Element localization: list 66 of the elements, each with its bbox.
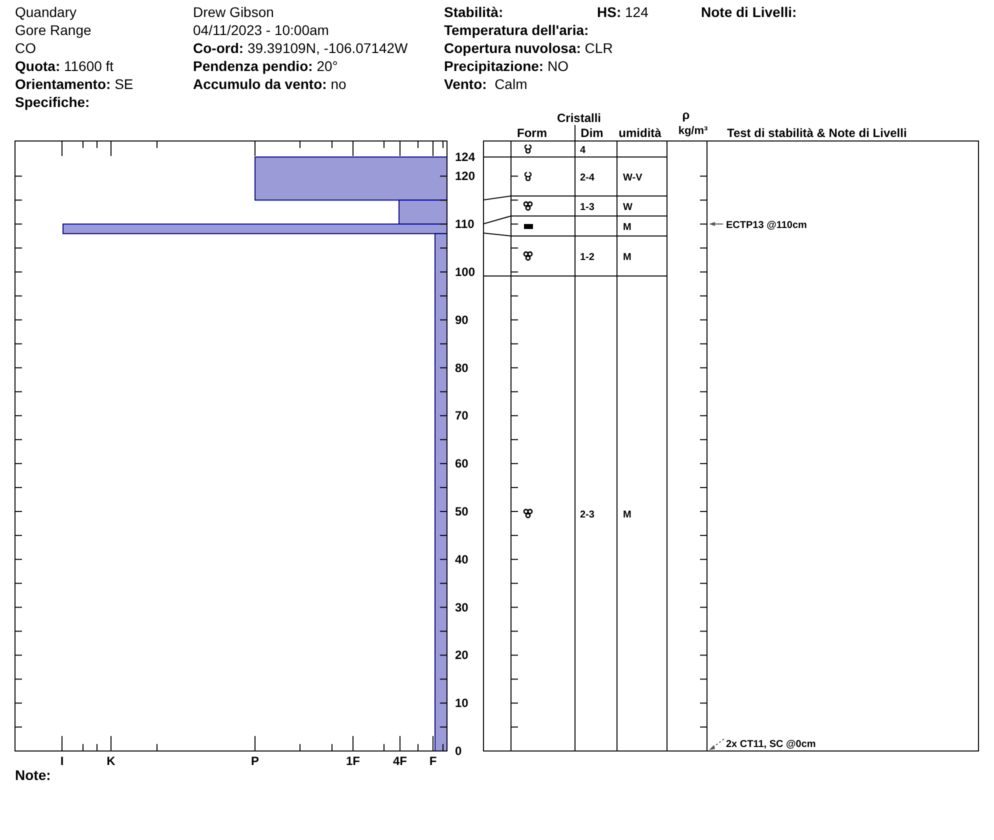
depth-label: 10: [455, 696, 468, 710]
column-header: umidità: [618, 126, 662, 140]
density-symbol: ρ: [682, 111, 690, 122]
grain-cluster-icon: [523, 201, 533, 211]
info-field: HS: 124: [597, 3, 648, 21]
grain-cluster-icon: [523, 251, 533, 261]
info-field: Precipitazione: NO: [444, 57, 568, 75]
grain-cluster-icon: [524, 172, 532, 182]
depth-label: 60: [455, 456, 468, 471]
grain-size: 1-2: [580, 252, 594, 263]
hardness-label: P: [251, 754, 259, 766]
leader-arrow: [709, 738, 724, 750]
hardness-label: F: [429, 754, 437, 766]
depth-label: 40: [455, 552, 468, 566]
info-field: Vento: Calm: [444, 75, 528, 93]
grain-cluster-icon: [524, 144, 532, 154]
stability-note: ECTP13 @110cm: [726, 220, 807, 231]
info-field: Pendenza pendio: 20°: [193, 57, 338, 75]
depth-label: 30: [455, 600, 468, 614]
grain-size: 2-3: [580, 510, 594, 520]
depth-label: 0: [455, 744, 462, 758]
hardness-label: 4F: [393, 754, 407, 766]
grain-size: 2-4: [580, 172, 594, 184]
grain-size: 4: [580, 145, 586, 156]
info-field: Orientamento: SE: [15, 75, 134, 93]
wetness-value: M: [623, 222, 632, 233]
info-field: Specifiche:: [15, 93, 90, 111]
info-field: Stabilità:: [444, 3, 504, 21]
depth-label: 100: [455, 264, 476, 279]
wetness-value: M: [623, 252, 632, 263]
stability-note: 2x CT11, SC @0cm: [726, 739, 816, 750]
info-field: Accumulo da vento: no: [193, 75, 346, 93]
grain-cluster-icon: [523, 508, 533, 518]
depth-label: 50: [455, 504, 468, 518]
depth-label: 90: [455, 312, 468, 327]
column-header: Test di stabilità & Note di Livelli: [727, 126, 907, 140]
notes-label: Note:: [15, 766, 52, 784]
wetness-value: M: [623, 510, 632, 520]
wetness-value: W: [623, 202, 632, 213]
info-field: Drew Gibson: [193, 3, 274, 21]
layer-notes-title: Note di Livelli:: [701, 3, 797, 21]
info-field: 04/11/2023 - 10:00am: [193, 21, 329, 39]
info-field: CO: [15, 39, 36, 57]
crust-block-icon: [524, 224, 533, 229]
depth-label: 124: [455, 150, 476, 164]
hardness-label: 1F: [346, 754, 360, 766]
info-field: Quandary: [15, 3, 76, 21]
density-unit: kg/m³: [678, 125, 708, 137]
info-field: Co-ord: 39.39109N, -106.07142W: [193, 39, 408, 57]
column-header: Dim: [580, 126, 604, 140]
depth-label: 80: [455, 360, 468, 375]
depth-label: 70: [455, 408, 468, 423]
hardness-label: K: [106, 754, 116, 766]
column-group-title: Cristalli: [557, 111, 601, 125]
info-field: Copertura nuvolosa: CLR: [444, 39, 613, 57]
info-field: Temperatura dell'aria:: [444, 21, 589, 39]
depth-label: 110: [455, 217, 474, 232]
depth-label: 120: [455, 169, 476, 184]
info-field: Quota: 11600 ft: [15, 57, 114, 75]
info-field: Gore Range: [15, 21, 92, 39]
hardness-label: I: [60, 754, 64, 766]
leader-arrow: [709, 222, 724, 226]
wetness-value: W-V: [623, 172, 642, 184]
grain-size: 1-3: [580, 202, 594, 213]
depth-label: 20: [455, 648, 468, 662]
column-header: Form: [517, 126, 547, 140]
